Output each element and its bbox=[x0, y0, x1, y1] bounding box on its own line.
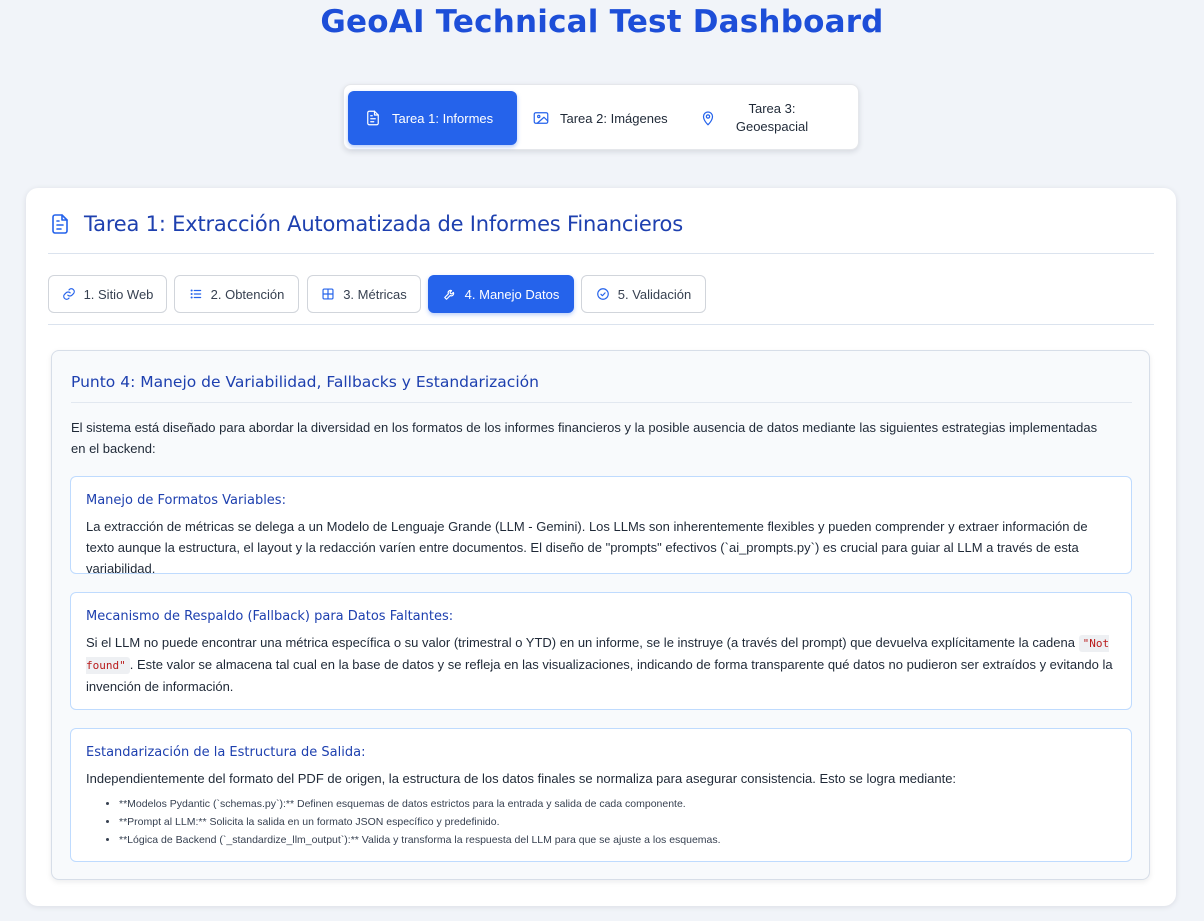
divider bbox=[48, 253, 1154, 254]
tab-tarea-2-imagenes[interactable]: Tarea 2: Imágenes bbox=[530, 91, 680, 145]
divider bbox=[71, 402, 1132, 403]
image-icon bbox=[532, 109, 550, 127]
panel-title: Punto 4: Manejo de Variabilidad, Fallbac… bbox=[71, 373, 539, 391]
task-card: Tarea 1: Extracción Automatizada de Info… bbox=[26, 188, 1176, 906]
section-estandarizacion: Estandarización de la Estructura de Sali… bbox=[70, 728, 1132, 862]
tab-tarea-1-informes[interactable]: Tarea 1: Informes bbox=[348, 91, 517, 145]
document-report-icon bbox=[364, 109, 382, 127]
main-tab-bar: Tarea 1: Informes Tarea 2: Imágenes Tare… bbox=[343, 84, 859, 150]
section-text: Independientemente del formato del PDF d… bbox=[86, 771, 957, 786]
grid-icon bbox=[321, 287, 335, 301]
subtab-manejo-datos[interactable]: 4. Manejo Datos bbox=[428, 275, 574, 313]
tab-label: Tarea 2: Imágenes bbox=[560, 110, 668, 126]
subtab-sitio-web[interactable]: 1. Sitio Web bbox=[48, 275, 167, 313]
wrench-icon bbox=[443, 287, 457, 301]
panel-intro: El sistema está diseñado para abordar la… bbox=[71, 420, 1098, 456]
subtab-metricas[interactable]: 3. Métricas bbox=[307, 275, 421, 313]
section-fallback: Mecanismo de Respaldo (Fallback) para Da… bbox=[70, 592, 1132, 710]
link-icon bbox=[62, 287, 76, 301]
section-formatos-variables: Manejo de Formatos Variables: La extracc… bbox=[70, 476, 1132, 576]
divider bbox=[48, 324, 1154, 325]
content-panel: Punto 4: Manejo de Variabilidad, Fallbac… bbox=[51, 350, 1150, 880]
subtab-obtencion[interactable]: 2. Obtención bbox=[174, 275, 299, 313]
bullet-list: **Modelos Pydantic (`schemas.py`):** Def… bbox=[86, 795, 721, 849]
list-icon bbox=[189, 287, 203, 301]
list-item: **Lógica de Backend (`_standardize_llm_o… bbox=[119, 831, 721, 849]
card-header: Tarea 1: Extracción Automatizada de Info… bbox=[48, 212, 683, 236]
check-circle-icon bbox=[596, 287, 610, 301]
section-title: Manejo de Formatos Variables: bbox=[86, 493, 286, 508]
tab-label: Tarea 3: Geoespacial bbox=[735, 101, 809, 134]
tab-tarea-3-geoespacial[interactable]: Tarea 3: Geoespacial bbox=[699, 91, 849, 145]
section-title: Mecanismo de Respaldo (Fallback) para Da… bbox=[86, 609, 454, 624]
map-pin-icon bbox=[699, 109, 717, 127]
list-item: **Modelos Pydantic (`schemas.py`):** Def… bbox=[119, 795, 721, 813]
tab-label: Tarea 1: Informes bbox=[392, 110, 494, 126]
section-title: Estandarización de la Estructura de Sali… bbox=[86, 745, 366, 760]
list-item: **Prompt al LLM:** Solicita la salida en… bbox=[119, 813, 721, 831]
card-title: Tarea 1: Extracción Automatizada de Info… bbox=[84, 212, 683, 236]
document-report-icon bbox=[48, 212, 72, 236]
subtab-validacion[interactable]: 5. Validación bbox=[581, 275, 706, 313]
section-text: La extracción de métricas se delega a un… bbox=[86, 519, 1088, 576]
section-text: Si el LLM no puede encontrar una métrica… bbox=[86, 635, 1113, 694]
page-title: GeoAI Technical Test Dashboard bbox=[320, 4, 884, 40]
